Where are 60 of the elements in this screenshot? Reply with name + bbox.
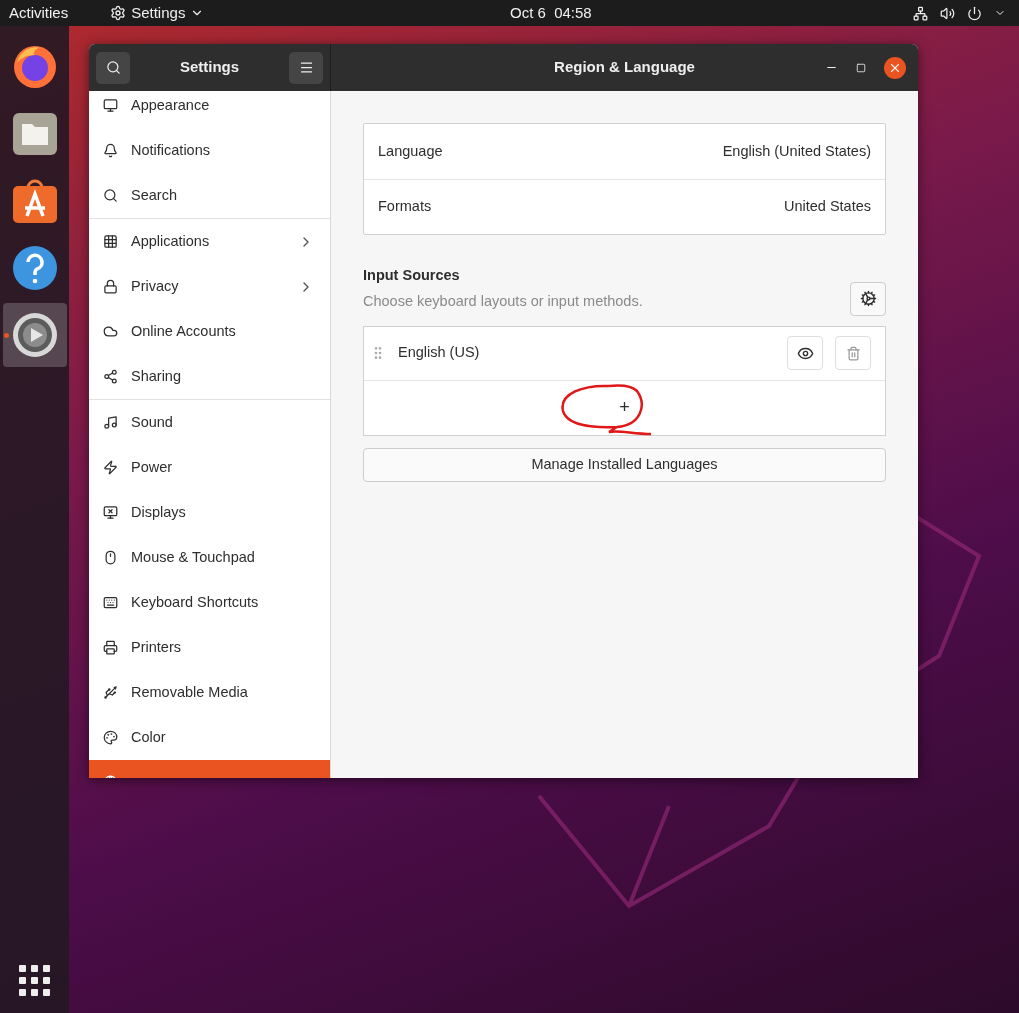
app-grid-icon[interactable]	[19, 965, 50, 996]
trash-icon	[845, 345, 861, 361]
add-button[interactable]: +	[364, 380, 885, 435]
sidebar-item[interactable]: Displays	[89, 490, 330, 535]
bell-icon	[103, 143, 118, 158]
keyboard-icon	[103, 595, 118, 610]
sidebar-item[interactable]: Online Accounts	[89, 309, 330, 354]
sidebar-item[interactable]: Sharing	[89, 354, 330, 399]
display-icon	[103, 505, 118, 520]
printer-icon	[103, 640, 118, 655]
shopping-bag-icon	[11, 178, 58, 224]
manage-languages-button[interactable]: Manage Installed Languages	[363, 447, 886, 482]
close-button[interactable]	[884, 56, 906, 79]
input-source-row[interactable]: English (US)	[364, 326, 885, 381]
preview-button[interactable]	[787, 336, 823, 370]
maximize-icon[interactable]	[856, 62, 866, 73]
help-icon	[11, 245, 58, 291]
sidebar-item[interactable]: Search	[89, 173, 330, 218]
app-menu[interactable]: Settings	[110, 1, 205, 25]
share-icon	[103, 369, 118, 384]
power-icon[interactable]	[967, 5, 982, 21]
sidebar-item[interactable]: Removable Media	[89, 670, 330, 715]
cloud-icon	[103, 324, 118, 339]
sidebar-item[interactable]: Appearance	[89, 91, 330, 128]
palette-icon	[103, 730, 118, 745]
section-subtitle: Choose keyboard layouts or input methods.	[363, 291, 644, 311]
search-button[interactable]	[96, 51, 130, 84]
folder-icon	[11, 112, 58, 156]
mouse-icon	[103, 550, 118, 565]
settings-row[interactable]: Formats United States	[364, 179, 885, 234]
volume-icon[interactable]	[940, 5, 955, 21]
settings-row[interactable]: Language English (United States)	[364, 124, 885, 179]
network-icon[interactable]	[913, 5, 928, 21]
sidebar-item[interactable]: Printers	[89, 625, 330, 670]
lock-icon	[103, 279, 118, 294]
sidebar-item[interactable]: Privacy	[89, 264, 330, 309]
grid-icon	[103, 234, 118, 249]
search-icon	[105, 60, 121, 75]
section-title: Input Sources	[363, 266, 461, 285]
sidebar-item[interactable]: Color	[89, 715, 330, 760]
sidebar-item[interactable]: Sound	[89, 400, 330, 445]
clock[interactable]: Oct 6 04:58	[510, 1, 592, 25]
lightning-icon	[103, 460, 118, 475]
menu-icon	[298, 60, 314, 75]
music-note-icon	[103, 415, 118, 430]
options-button[interactable]	[850, 281, 886, 316]
dock-item[interactable]	[2, 303, 67, 367]
running-indicator	[3, 333, 9, 338]
sidebar-item[interactable]: Keyboard Shortcuts	[89, 580, 330, 625]
usb-drive-icon	[103, 685, 118, 700]
search-icon	[103, 188, 118, 203]
sidebar-item[interactable]: Power	[89, 445, 330, 490]
sidebar-item[interactable]: Applications	[89, 219, 330, 264]
sidebar-item[interactable]: Notifications	[89, 128, 330, 173]
menu-button[interactable]	[289, 51, 323, 84]
sidebar-title: Settings	[178, 57, 241, 78]
activities-button[interactable]: Activities	[9, 1, 69, 25]
sidebar-item[interactable]: Mouse & Touchpad	[89, 535, 330, 580]
window-title: Region & Language	[554, 57, 695, 78]
monitor-icon	[103, 98, 118, 113]
